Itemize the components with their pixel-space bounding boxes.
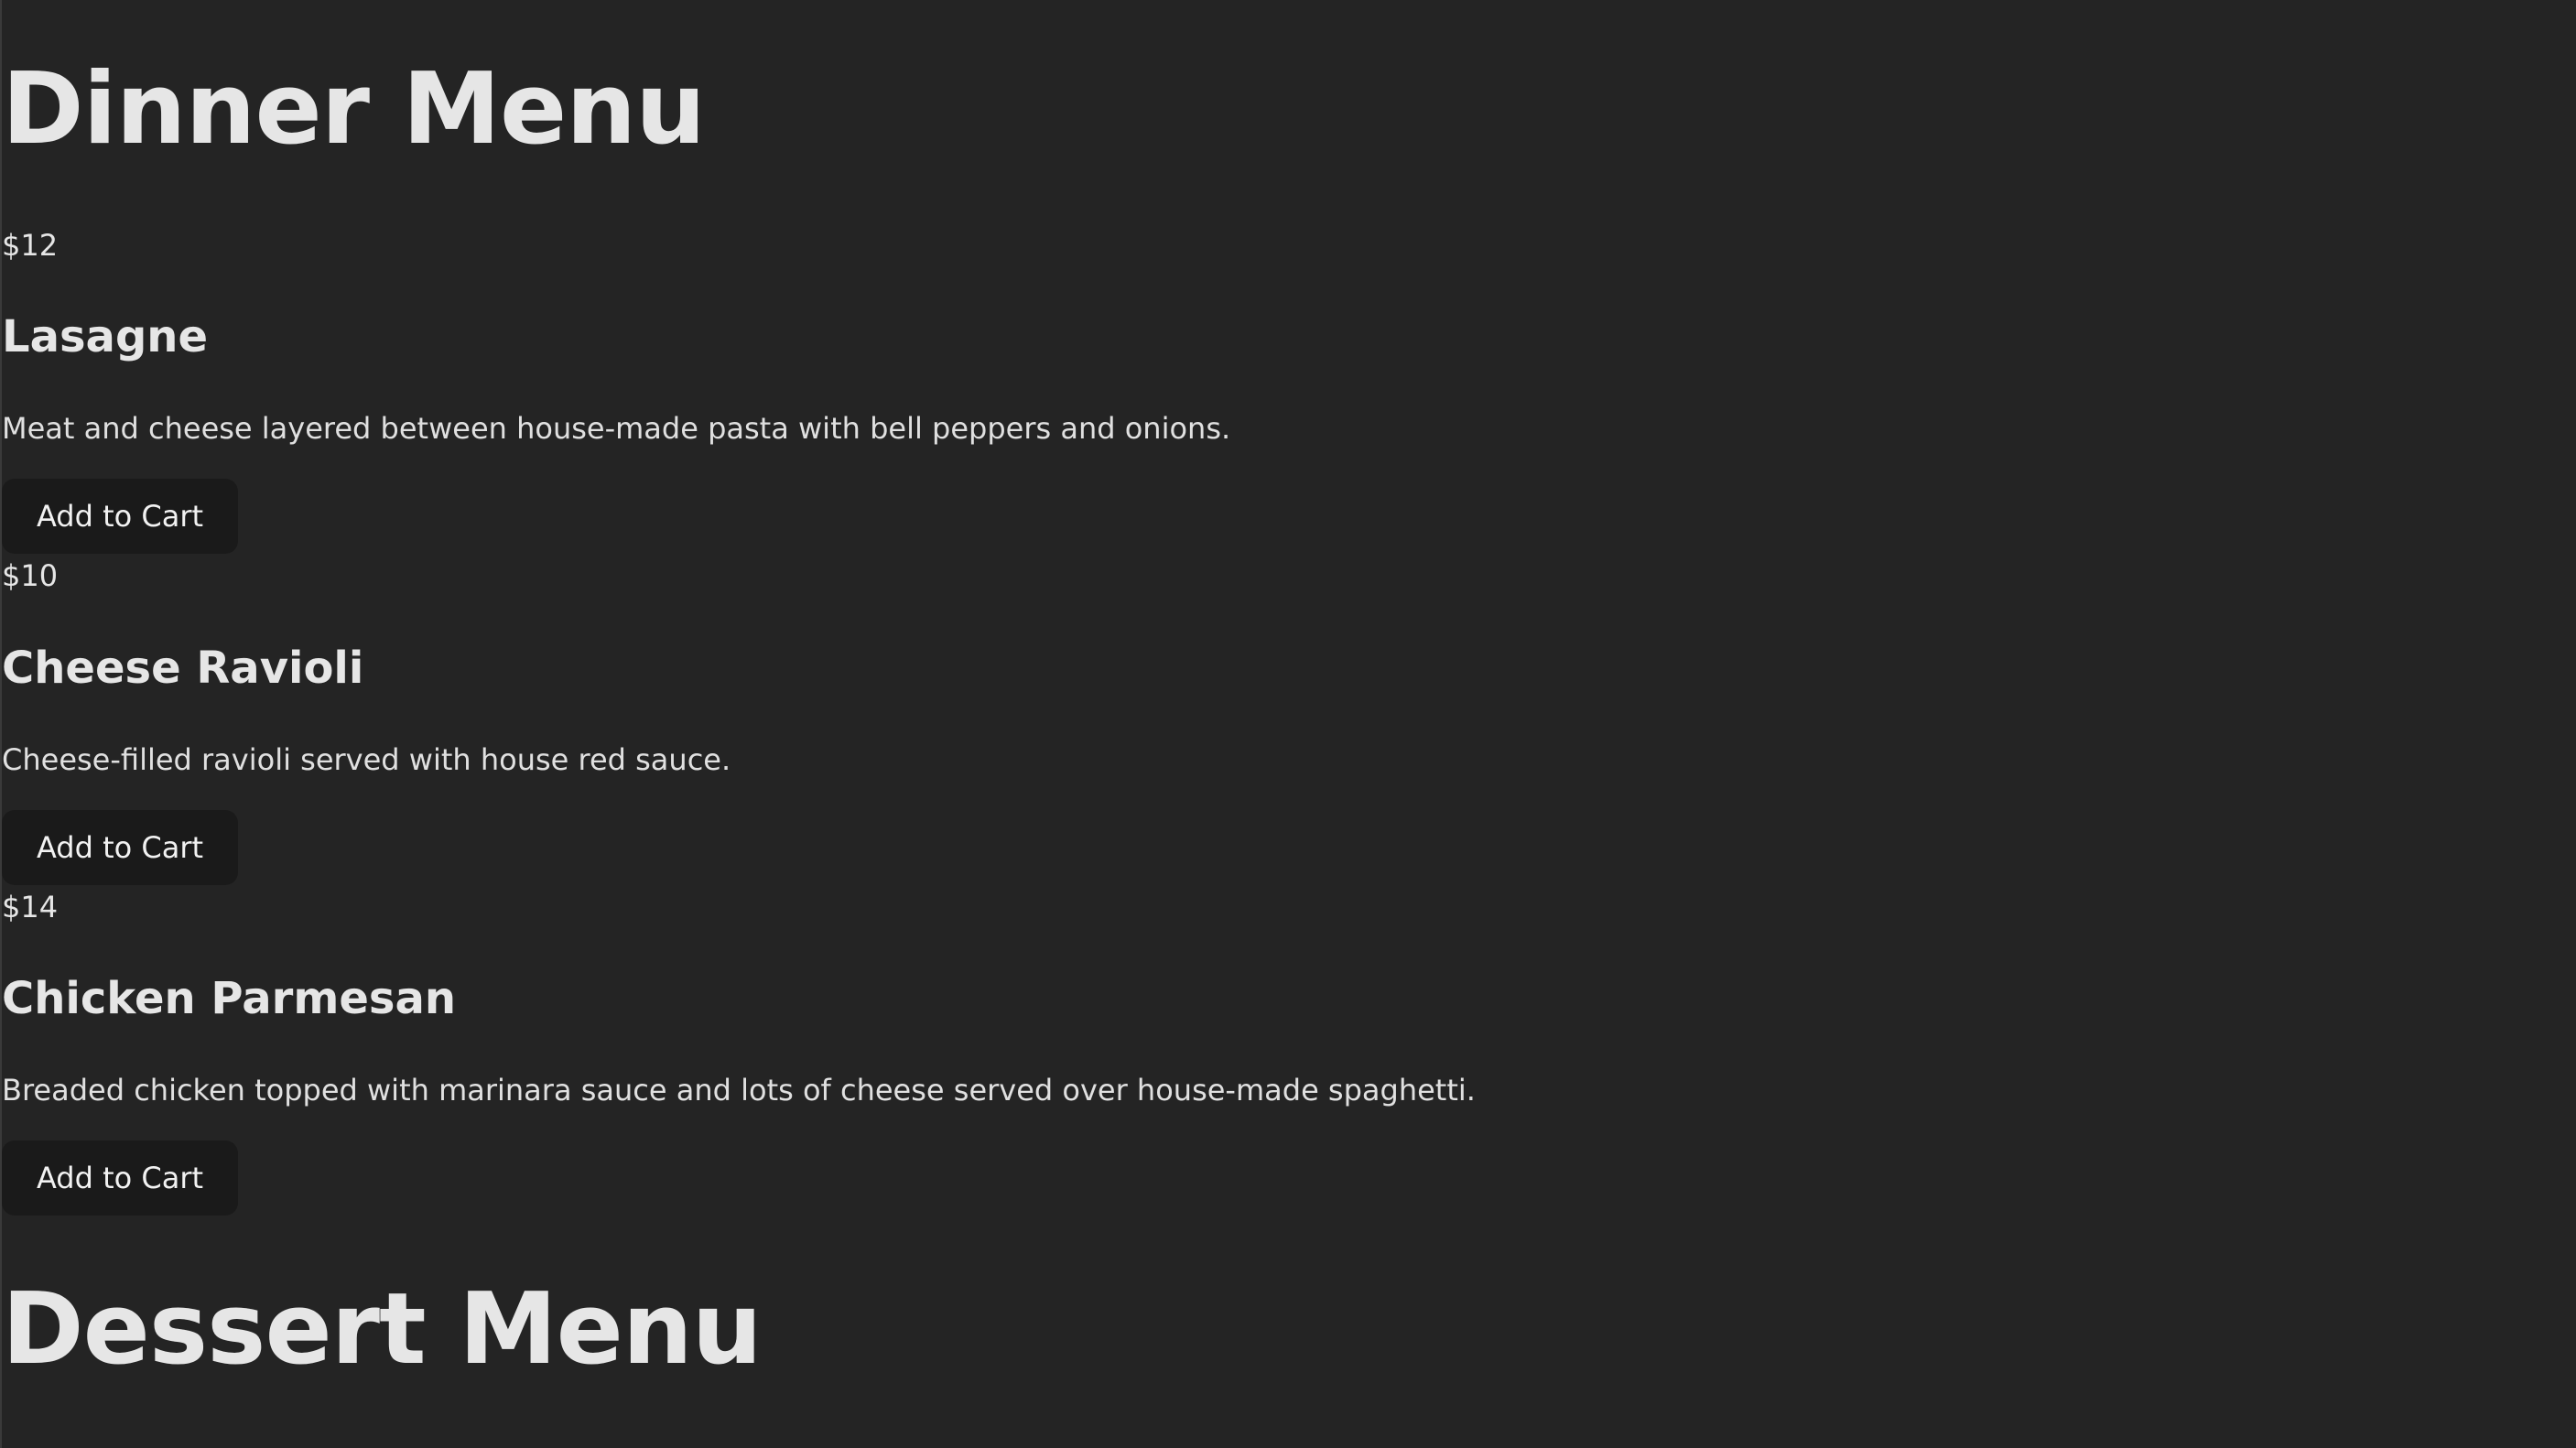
- dessert-menu-title: Dessert Menu: [2, 1272, 763, 1387]
- item-price: $10: [2, 558, 59, 593]
- dinner-menu-title: Dinner Menu: [2, 52, 706, 167]
- item-description: Cheese-filled ravioli served with house …: [2, 742, 731, 777]
- item-price: $12: [2, 228, 59, 263]
- add-to-cart-button-cheese-ravioli[interactable]: Add to Cart: [2, 810, 238, 885]
- item-description: Breaded chicken topped with marinara sau…: [2, 1073, 1476, 1108]
- item-description: Meat and cheese layered between house-ma…: [2, 411, 1231, 446]
- menu-page: Dinner Menu $12 Lasagne Meat and cheese …: [2, 0, 2576, 1448]
- item-price: $14: [2, 890, 59, 924]
- add-to-cart-button-chicken-parmesan[interactable]: Add to Cart: [2, 1140, 238, 1216]
- add-to-cart-button-lasagne[interactable]: Add to Cart: [2, 479, 238, 554]
- item-name: Lasagne: [2, 311, 209, 362]
- item-name: Cheese Ravioli: [2, 643, 364, 694]
- item-name: Chicken Parmesan: [2, 973, 457, 1024]
